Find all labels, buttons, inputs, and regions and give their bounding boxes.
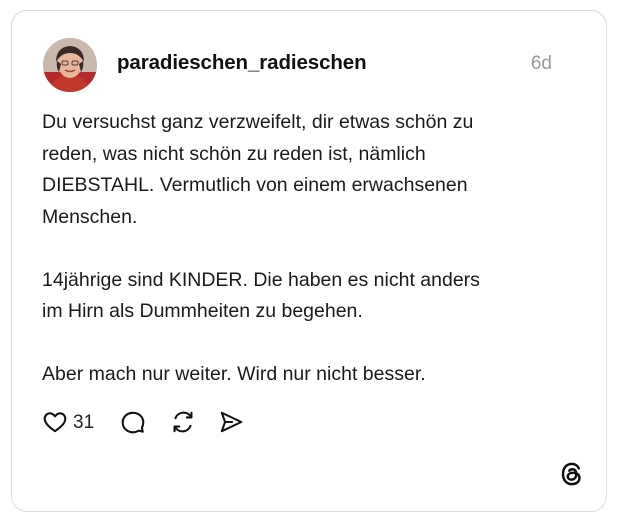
repost-button[interactable] (170, 409, 196, 435)
comment-icon (121, 411, 145, 434)
post-actions: 31 (42, 408, 244, 436)
post-body: Du versuchst ganz verzweifelt, dir etwas… (42, 107, 582, 391)
post-timestamp: 6d (530, 53, 552, 74)
post-card: paradieschen_radieschen 6d Du versuchst … (11, 10, 607, 512)
like-button[interactable]: 31 (42, 409, 120, 435)
post-paragraph: Aber mach nur weiter. Wird nur nicht bes… (42, 363, 426, 385)
like-count: 31 (73, 411, 95, 433)
avatar[interactable] (43, 38, 97, 92)
comment-button[interactable] (120, 409, 146, 435)
share-button[interactable] (218, 409, 244, 435)
threads-logo-icon[interactable] (558, 460, 586, 488)
avatar-image (43, 38, 97, 92)
share-icon (220, 411, 243, 433)
username[interactable]: paradieschen_radieschen (117, 51, 367, 75)
heart-icon (43, 412, 67, 433)
post-paragraph: 14jährige sind KINDER. Die haben es nich… (42, 268, 480, 323)
repost-icon (173, 411, 193, 433)
post-paragraph: Du versuchst ganz verzweifelt, dir etwas… (42, 111, 474, 228)
threads-icon (561, 462, 581, 486)
